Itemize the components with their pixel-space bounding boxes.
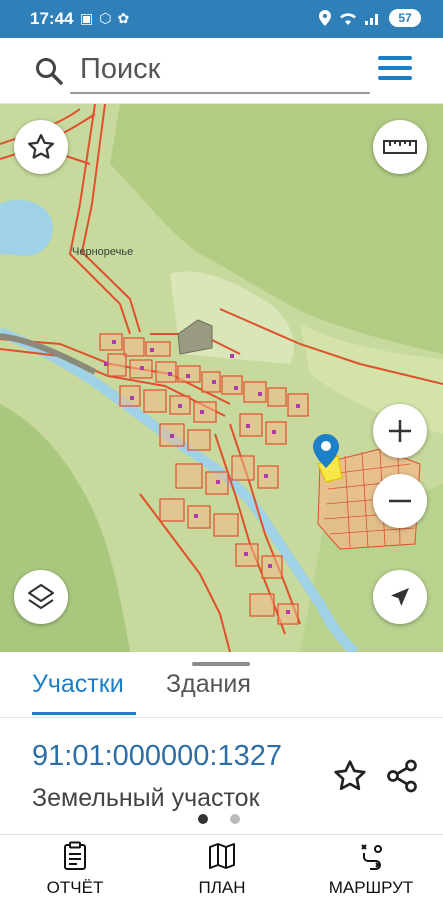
page-indicator	[198, 814, 240, 824]
location-pin-icon[interactable]	[313, 434, 339, 468]
nav-route[interactable]: МАРШРУТ	[316, 841, 426, 898]
cadastral-number[interactable]: 91:01:000000:1327	[32, 740, 282, 773]
navigation-arrow-icon	[391, 588, 409, 606]
share-icon[interactable]	[384, 758, 420, 794]
cadastral-map[interactable]: Черноречье	[0, 104, 443, 652]
tab-parcels[interactable]: Участки	[32, 670, 124, 699]
battery-indicator: 57	[389, 9, 421, 27]
status-time: 17:44	[30, 9, 74, 28]
route-icon	[361, 844, 382, 870]
layers-icon	[28, 584, 54, 609]
bottom-navigation: ОТЧЁТ ПЛАН МАРШРУТ	[0, 834, 443, 910]
drag-handle[interactable]	[192, 662, 250, 666]
nav-report[interactable]: ОТЧЁТ	[40, 841, 110, 898]
search-bar	[0, 38, 443, 104]
zoom-out-button[interactable]	[373, 474, 427, 528]
locate-me-button[interactable]	[373, 570, 427, 624]
ruler-button[interactable]	[373, 120, 427, 174]
favorites-button[interactable]	[14, 120, 68, 174]
active-tab-indicator	[32, 712, 136, 715]
star-icon	[28, 134, 54, 159]
status-bar: 17:44 ▣ ⬡ ✿ 57	[0, 0, 443, 38]
minus-icon	[389, 499, 411, 503]
page-dot-active	[198, 814, 208, 824]
bottom-sheet-tabs: Участки Здания	[0, 652, 443, 718]
search-icon[interactable]	[34, 56, 64, 86]
status-indicators: 57	[319, 9, 421, 27]
nav-plan-label: ПЛАН	[198, 878, 246, 897]
parcel-type: Земельный участок	[32, 784, 260, 812]
page-dot	[230, 814, 240, 824]
signal-icon	[365, 14, 378, 25]
report-icon	[64, 841, 86, 870]
plus-icon	[389, 420, 411, 442]
security-icon: ⬡	[99, 10, 112, 26]
ruler-icon	[383, 140, 417, 154]
hamburger-menu-icon[interactable]	[378, 56, 412, 84]
map-place-label: Черноречье	[72, 246, 134, 258]
layers-button[interactable]	[14, 570, 68, 624]
wifi-icon	[340, 13, 356, 25]
search-input[interactable]	[70, 46, 370, 94]
zoom-in-button[interactable]	[373, 404, 427, 458]
map-plan-icon	[209, 843, 235, 869]
star-icon[interactable]	[332, 758, 368, 794]
nav-route-label: МАРШРУТ	[328, 878, 414, 897]
tab-buildings[interactable]: Здания	[166, 670, 251, 699]
notification-icons: ▣ ⬡ ✿	[80, 9, 129, 27]
apps-icon: ✿	[117, 10, 130, 26]
notification-icon: ▣	[80, 10, 94, 26]
nav-report-label: ОТЧЁТ	[46, 878, 104, 897]
location-icon	[319, 10, 331, 26]
map-canvas[interactable]	[0, 104, 443, 652]
nav-plan[interactable]: ПЛАН	[186, 841, 258, 898]
parcel-card[interactable]: 91:01:000000:1327 Земельный участок	[0, 718, 443, 834]
